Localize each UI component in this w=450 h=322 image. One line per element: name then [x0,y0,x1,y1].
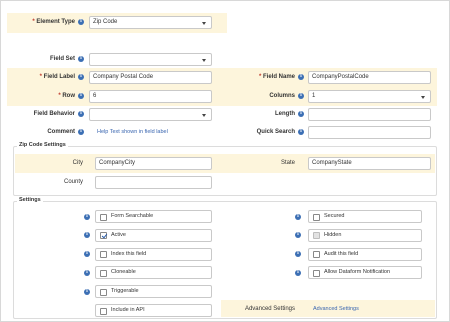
info-icon[interactable]: i [78,56,84,62]
field-name-input[interactable]: CompanyPostalCode [308,71,431,84]
info-icon[interactable]: i [298,74,304,80]
field-behavior-select[interactable] [89,108,212,121]
city-label: City [72,160,83,166]
checkbox-icon[interactable] [313,269,320,277]
length-label: Length [275,111,295,117]
info-icon[interactable]: i [84,213,90,220]
setting-label: Triggerable [111,288,139,295]
checkbox-icon[interactable] [313,251,320,259]
setting-label: Cloneable [111,269,136,276]
setting-label: Hidden [324,231,342,238]
info-icon[interactable]: i [295,269,301,276]
setting-label: Active [111,231,126,238]
columns-label: Columns [269,93,295,99]
checkbox-icon[interactable] [100,307,107,315]
field-set-select[interactable] [89,53,212,66]
field-label-label: * Field Label [39,74,75,80]
element-type-select[interactable]: Zip Code [89,16,212,29]
info-icon[interactable]: i [84,269,90,276]
setting-label: Allow Dataform Notification [324,269,391,276]
setting-label: Include in API [111,307,145,313]
checkbox-icon[interactable] [100,251,107,259]
checkbox-icon[interactable] [100,288,107,296]
info-icon[interactable]: i [78,19,84,25]
setting-include-in-api[interactable]: Include in API [95,304,212,317]
info-icon[interactable]: i [78,74,84,80]
field-label-input[interactable]: Company Postal Code [89,71,212,84]
info-icon[interactable]: i [298,93,304,99]
setting-active[interactable]: Active [95,228,212,242]
city-input[interactable]: CompanyCity [95,157,212,170]
county-input[interactable] [95,176,212,189]
field-name-label: * Field Name [258,74,295,80]
field-set-label: Field Set [49,56,75,62]
checkbox-icon[interactable] [313,232,320,240]
setting-hidden[interactable]: Hidden [308,228,422,242]
info-icon[interactable]: i [298,129,304,135]
state-input[interactable]: CompanyState [308,157,431,170]
length-input[interactable] [308,108,431,121]
quick-search-input[interactable] [308,126,431,139]
setting-triggerable[interactable]: Triggerable [95,285,212,299]
comment-label: Comment [47,129,75,135]
info-icon[interactable]: i [78,111,84,117]
field-behavior-label: Field Behavior [33,111,75,117]
row-label: * Row [58,93,75,99]
row-input[interactable]: 6 [89,90,212,103]
setting-label: Secured [324,213,345,219]
advanced-settings-link[interactable]: Advanced Settings [313,306,359,312]
settings-legend: Settings [17,197,43,203]
advanced-settings-label: Advanced Settings [244,306,295,312]
info-icon[interactable]: i [298,111,304,117]
field-editor-form: * Element Type i Zip Code Field Set i * … [0,0,450,322]
checkbox-icon[interactable] [100,269,107,277]
info-icon[interactable]: i [84,288,90,295]
setting-index-this-field[interactable]: Index this field [95,247,212,261]
comment-link[interactable]: Help Text shown in field label [97,129,168,135]
checkbox-icon[interactable] [313,213,320,221]
zip-code-settings-legend: Zip Code Settings [17,142,68,148]
quick-search-label: Quick Search [256,129,295,135]
setting-audit-this-field[interactable]: Audit this field [308,247,422,261]
setting-label: Form Searchable [111,213,154,219]
state-label: State [280,160,295,166]
setting-allow-dataform-notification[interactable]: Allow Dataform Notification [308,266,422,280]
columns-select[interactable]: 1 [308,90,431,103]
checkbox-icon[interactable] [100,232,107,240]
checkbox-icon[interactable] [100,213,107,221]
setting-label: Index this field [111,250,147,257]
county-label: County [63,179,83,185]
info-icon[interactable]: i [78,93,84,99]
setting-cloneable[interactable]: Cloneable [95,266,212,280]
setting-label: Audit this field [324,250,359,257]
setting-form-searchable[interactable]: Form Searchable [95,210,212,223]
setting-secured[interactable]: Secured [308,210,422,223]
info-icon[interactable]: i [295,213,301,220]
info-icon[interactable]: i [78,129,84,135]
element-type-label: * Element Type [32,19,75,25]
